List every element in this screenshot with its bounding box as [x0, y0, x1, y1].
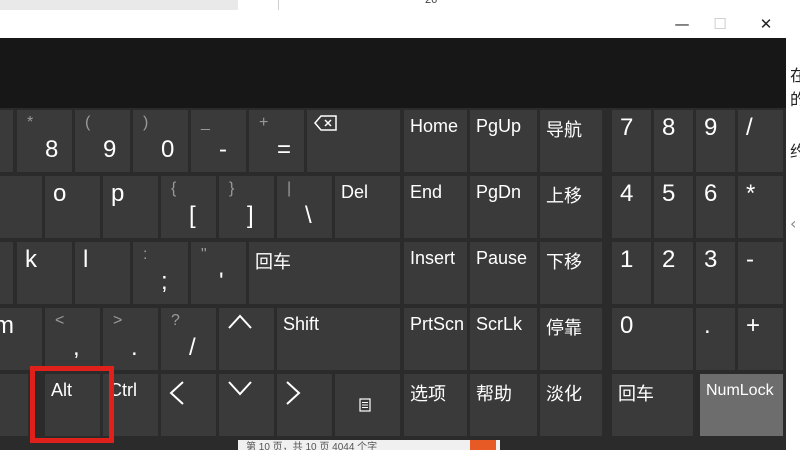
maximize-icon: ☐	[713, 15, 727, 33]
app-logo-icon	[470, 440, 496, 450]
on-screen-keyboard-window: — ☐ ✕ * 8 ( 9 ) 0 _ - + = o p { [}] | …	[0, 10, 786, 450]
numpad-3[interactable]: 3	[696, 242, 735, 304]
numpad-6[interactable]: 6	[696, 176, 735, 238]
alt-key-highlight-box	[30, 366, 114, 443]
background-gray-panel	[0, 0, 238, 10]
key-end[interactable]: End	[404, 176, 467, 238]
minimize-icon: —	[674, 15, 690, 33]
numpad-4[interactable]: 4	[612, 176, 651, 238]
key-m[interactable]: m	[0, 308, 42, 370]
document-status-bar: 第 10 页，共 10 页 4044 个字	[238, 440, 500, 450]
key-options[interactable]: 选项	[404, 374, 467, 436]
key-right-arrow[interactable]	[277, 374, 332, 436]
key-open-bracket[interactable]: { [	[161, 176, 216, 238]
numpad-enter[interactable]: 回车	[612, 374, 693, 436]
edge-text-1: 在	[790, 66, 800, 85]
key-application-menu[interactable]	[335, 374, 400, 436]
keyboard-header-band	[0, 38, 786, 108]
key-backspace[interactable]	[307, 110, 400, 172]
key-pgup[interactable]: PgUp	[470, 110, 537, 172]
left-arrow-icon	[169, 381, 184, 405]
key-minus[interactable]: _ -	[191, 110, 246, 172]
key-move-down[interactable]: 下移	[540, 242, 602, 304]
numpad-0[interactable]: 0	[612, 308, 693, 370]
key-partial-row5[interactable]	[0, 374, 28, 436]
up-arrow-icon	[228, 314, 252, 329]
numpad-plus[interactable]: +	[738, 308, 783, 370]
close-icon: ✕	[759, 15, 773, 33]
key-close-bracket[interactable]: } ]	[219, 176, 274, 238]
numpad-decimal[interactable]: .	[696, 308, 735, 370]
key-slash[interactable]: ? /	[161, 308, 216, 370]
close-button[interactable]: ✕	[746, 10, 786, 38]
key-partial-row2[interactable]	[0, 176, 42, 238]
key-pgdn[interactable]: PgDn	[470, 176, 537, 238]
background-document-edge: 在 的 约 ‹	[786, 10, 800, 450]
key-del[interactable]: Del	[335, 176, 400, 238]
key-enter[interactable]: 回车	[249, 242, 400, 304]
menu-icon	[359, 398, 371, 412]
edge-text-4: ‹	[790, 214, 797, 233]
key-k[interactable]: k	[17, 242, 72, 304]
key-quote[interactable]: " '	[191, 242, 246, 304]
key-o[interactable]: o	[45, 176, 100, 238]
minimize-button[interactable]: —	[662, 10, 702, 38]
down-arrow-icon	[228, 381, 252, 396]
key-prtscn[interactable]: PrtScn	[404, 308, 467, 370]
edge-text-3: 约	[790, 142, 800, 161]
key-8[interactable]: * 8	[17, 110, 72, 172]
numpad-8[interactable]: 8	[654, 110, 693, 172]
key-p[interactable]: p	[103, 176, 158, 238]
numpad-9[interactable]: 9	[696, 110, 735, 172]
numlock-key[interactable]: NumLock	[700, 374, 783, 436]
backspace-icon	[314, 115, 337, 131]
key-partial-row3[interactable]	[0, 242, 13, 304]
numpad-5[interactable]: 5	[654, 176, 693, 238]
background-top-strip: 26	[0, 0, 800, 10]
numpad-divide[interactable]: /	[738, 110, 783, 172]
key-pause[interactable]: Pause	[470, 242, 537, 304]
key-down-arrow[interactable]	[219, 374, 274, 436]
status-text: 第 10 页，共 10 页 4044 个字	[246, 442, 378, 450]
key-0[interactable]: ) 0	[133, 110, 188, 172]
key-home[interactable]: Home	[404, 110, 467, 172]
key-equals[interactable]: + =	[249, 110, 304, 172]
key-shift[interactable]: Shift	[277, 308, 400, 370]
numpad-multiply[interactable]: *	[738, 176, 783, 238]
background-divider	[278, 0, 279, 10]
key-help[interactable]: 帮助	[470, 374, 537, 436]
numpad-7[interactable]: 7	[612, 110, 651, 172]
edge-text-2: 的	[790, 90, 800, 109]
key-up-arrow[interactable]	[219, 308, 274, 370]
numpad-minus[interactable]: -	[738, 242, 783, 304]
background-page-digit: 26	[425, 0, 438, 6]
numpad-2[interactable]: 2	[654, 242, 693, 304]
right-arrow-icon	[286, 381, 301, 405]
key-comma[interactable]: < ,	[45, 308, 100, 370]
key-period[interactable]: > .	[103, 308, 158, 370]
key-nav[interactable]: 导航	[540, 110, 602, 172]
key-l[interactable]: l	[75, 242, 130, 304]
key-fade[interactable]: 淡化	[540, 374, 602, 436]
key-backslash[interactable]: | \	[277, 176, 332, 238]
key-partial-row1[interactable]	[0, 110, 13, 172]
key-dock[interactable]: 停靠	[540, 308, 602, 370]
key-semicolon[interactable]: : ;	[133, 242, 188, 304]
key-left-arrow[interactable]	[161, 374, 216, 436]
key-insert[interactable]: Insert	[404, 242, 467, 304]
numpad-1[interactable]: 1	[612, 242, 651, 304]
maximize-button: ☐	[700, 10, 740, 38]
key-9[interactable]: ( 9	[75, 110, 130, 172]
key-move-up[interactable]: 上移	[540, 176, 602, 238]
title-bar[interactable]: — ☐ ✕	[0, 10, 786, 38]
key-scrlk[interactable]: ScrLk	[470, 308, 537, 370]
